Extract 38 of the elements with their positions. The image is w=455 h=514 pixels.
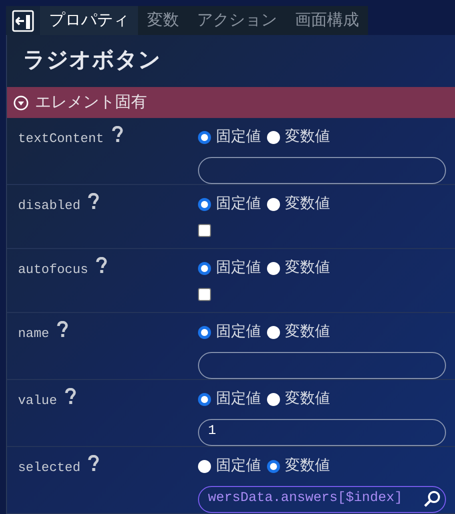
property-name: disabled — [18, 197, 80, 215]
help-icon[interactable] — [88, 193, 100, 210]
radio-option[interactable]: 変数値 — [267, 257, 330, 280]
tab[interactable]: 画面構成 — [286, 6, 368, 35]
tab[interactable]: 変数 — [138, 6, 188, 35]
property-name: name — [18, 325, 50, 343]
search-icon[interactable] — [423, 490, 441, 508]
checkbox[interactable] — [198, 288, 211, 300]
help-icon[interactable] — [96, 257, 108, 274]
radio-option[interactable]: 固定値 — [198, 126, 261, 148]
radio-option[interactable]: 固定値 — [198, 257, 261, 280]
radio-option[interactable]: 固定値 — [198, 388, 261, 410]
input-field[interactable] — [198, 352, 446, 378]
property-name: selected — [18, 459, 80, 477]
radio-option[interactable]: 変数値 — [267, 455, 330, 478]
property-name: value — [18, 392, 58, 410]
help-icon[interactable] — [88, 455, 100, 472]
tab[interactable]: アクション — [188, 6, 286, 35]
help-icon[interactable] — [65, 388, 76, 405]
panel-title: ラジオボタン — [22, 46, 162, 74]
collapse-panel-icon[interactable] — [12, 10, 34, 32]
radio-option[interactable]: 固定値 — [198, 321, 261, 344]
section-header[interactable]: エレメント固有 — [7, 87, 455, 118]
help-icon[interactable] — [112, 126, 123, 143]
variable-field[interactable]: wersData.answers[$index] — [198, 486, 446, 512]
radio-option[interactable]: 変数値 — [267, 126, 330, 148]
property-name: textContent — [18, 130, 104, 148]
checkbox[interactable] — [198, 224, 211, 236]
help-icon[interactable] — [57, 321, 68, 338]
input-field[interactable]: 1 — [198, 418, 446, 446]
radio-option[interactable]: 固定値 — [198, 455, 261, 478]
tab[interactable]: プロパティ — [40, 6, 138, 35]
radio-option[interactable]: 変数値 — [267, 193, 330, 216]
property-name: autofocus — [18, 261, 88, 279]
radio-option[interactable]: 固定値 — [198, 193, 261, 216]
input-field[interactable] — [198, 156, 446, 184]
radio-option[interactable]: 変数値 — [267, 321, 330, 344]
radio-option[interactable]: 変数値 — [267, 388, 330, 410]
